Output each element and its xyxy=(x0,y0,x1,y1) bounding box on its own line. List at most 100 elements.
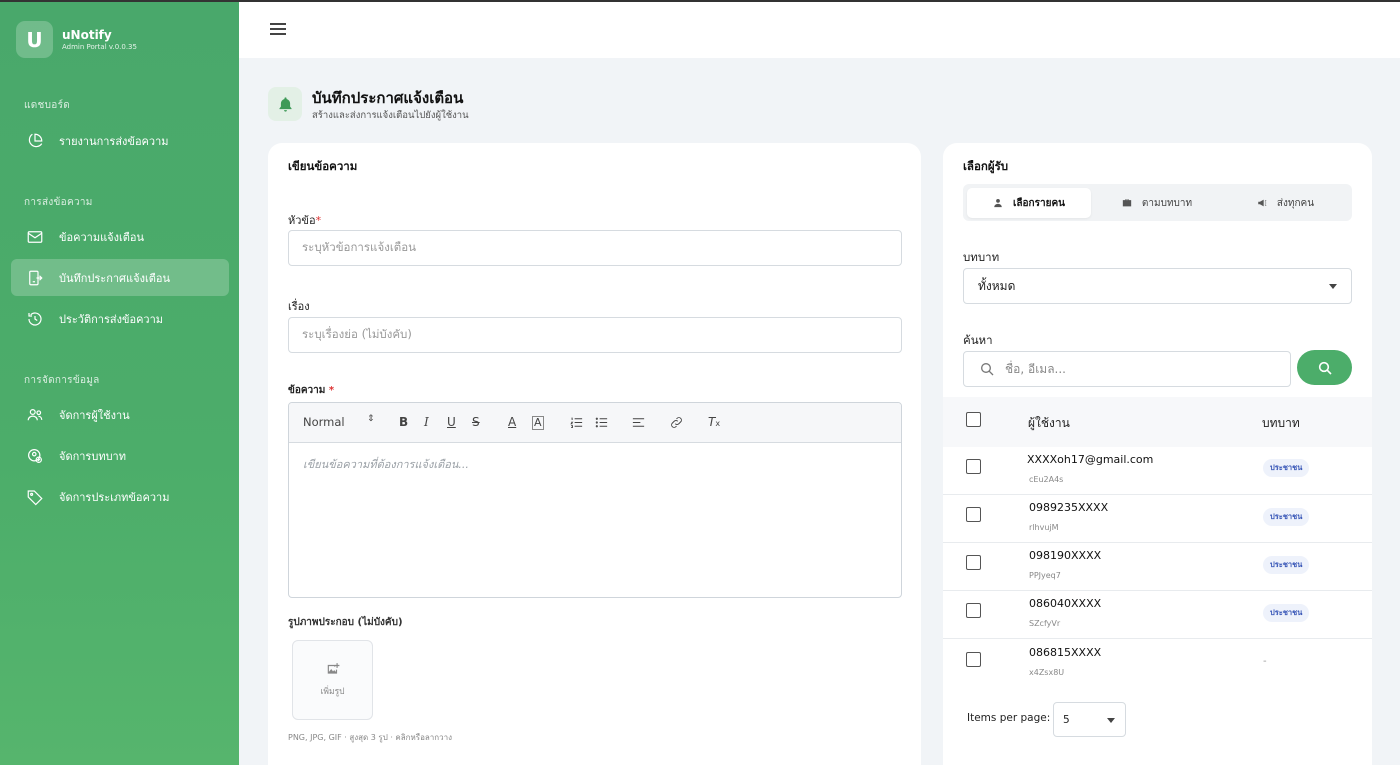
sidebar-item-notifications[interactable]: ข้อความแจ้งเตือน xyxy=(11,218,229,255)
image-upload-hint: PNG, JPG, GIF · สูงสุด 3 รูป · คลิกหรือล… xyxy=(288,733,452,742)
tab-individual[interactable]: เลือกรายคน xyxy=(967,188,1091,218)
ordered-list-icon[interactable] xyxy=(569,415,584,433)
user-name: XXXXoh17@gmail.com xyxy=(1027,453,1154,466)
pie-chart-icon xyxy=(25,131,45,151)
sidebar-item-label: ข้อความแจ้งเตือน xyxy=(59,230,145,244)
sidebar: U uNotify Admin Portal v.0.0.35 แดชบอร์ด… xyxy=(0,0,239,765)
italic-icon[interactable]: I xyxy=(424,415,429,429)
sidebar-item-label: รายงานการส่งข้อความ xyxy=(59,134,169,148)
search-icon xyxy=(1318,361,1332,375)
role-select[interactable]: ทั้งหมด xyxy=(963,268,1352,304)
format-select-arrows-icon[interactable]: ⇕ xyxy=(367,414,375,424)
align-icon[interactable] xyxy=(631,415,646,433)
person-icon xyxy=(994,199,1002,208)
subject-input[interactable]: ระบุหัวข้อการแจ้งเตือน xyxy=(288,230,902,266)
table-row[interactable]: 0989235XXXX rlhvujM ประชาชน xyxy=(943,495,1372,543)
image-upload-label: รูปภาพประกอบ (ไม่บังคับ) xyxy=(288,617,403,628)
users-icon xyxy=(25,405,45,425)
megaphone-icon xyxy=(1258,199,1267,207)
sidebar-item-label: ประวัติการส่งข้อความ xyxy=(59,312,164,326)
link-icon[interactable] xyxy=(669,415,684,433)
role-label: บทบาท xyxy=(963,250,1000,264)
role-badge: ประชาชน xyxy=(1263,459,1310,477)
role-badge: ประชาชน xyxy=(1263,508,1310,526)
chevron-down-icon xyxy=(1329,284,1337,289)
add-image-icon xyxy=(327,663,339,674)
sidebar-item-message-types[interactable]: จัดการประเภทข้อความ xyxy=(11,478,229,515)
bold-icon[interactable]: B xyxy=(399,415,408,429)
brand[interactable]: U uNotify Admin Portal v.0.0.35 xyxy=(16,21,137,58)
role-empty: - xyxy=(1263,656,1267,667)
user-name: 086040XXXX xyxy=(1029,597,1102,610)
tab-broadcast[interactable]: ส่งทุกคน xyxy=(1223,188,1348,218)
background-color-icon[interactable]: A xyxy=(532,416,544,430)
row-checkbox[interactable] xyxy=(966,652,981,667)
recipient-search-input[interactable]: ชื่อ, อีเมล... xyxy=(963,351,1291,387)
search-label: ค้นหา xyxy=(963,333,993,347)
page-title: บันทึกประกาศแจ้งเตือน xyxy=(312,89,464,107)
tab-by-role[interactable]: ตามบทบาท xyxy=(1095,188,1219,218)
app-name: uNotify xyxy=(62,27,112,42)
role-badge: ประชาชน xyxy=(1263,604,1310,622)
user-name: 086815XXXX xyxy=(1029,646,1102,659)
underline-icon[interactable]: U xyxy=(447,415,456,429)
search-icon xyxy=(981,363,994,376)
recipient-mode-tabs: เลือกรายคน ตามบทบาท ส่งทุกคน xyxy=(963,184,1352,221)
topbar xyxy=(239,0,1400,58)
row-checkbox[interactable] xyxy=(966,603,981,618)
topic-input[interactable]: ระบุเรื่องย่อ (ไม่บังคับ) xyxy=(288,317,902,353)
items-per-page-label: Items per page: xyxy=(967,712,1051,724)
user-id: rlhvujM xyxy=(1029,523,1059,532)
announcement-icon xyxy=(25,268,45,288)
column-user: ผู้ใช้งาน xyxy=(1028,416,1070,430)
mail-icon xyxy=(25,227,45,247)
sidebar-item-history[interactable]: ประวัติการส่งข้อความ xyxy=(11,300,229,337)
editor-content[interactable]: เขียนข้อความที่ต้องการแจ้งเตือน... xyxy=(289,443,901,485)
bullet-list-icon[interactable] xyxy=(594,415,609,433)
table-row[interactable]: 086815XXXX x4Zsx8U - xyxy=(943,639,1372,687)
editor-toolbar: Normal ⇕ B I U S A A Tx xyxy=(289,403,901,443)
topic-label: เรื่อง xyxy=(288,300,310,313)
table-row[interactable]: XXXXoh17@gmail.com cEu2A4s ประชาชน xyxy=(943,447,1372,495)
sidebar-item-users[interactable]: จัดการผู้ใช้งาน xyxy=(11,396,229,433)
sidebar-item-roles[interactable]: จัดการบทบาท xyxy=(11,437,229,474)
user-id: x4Zsx8U xyxy=(1029,668,1065,677)
select-all-checkbox[interactable] xyxy=(966,412,981,427)
compose-card-title: เขียนข้อความ xyxy=(288,159,358,173)
clear-format-icon[interactable]: Tx xyxy=(708,415,720,429)
user-id: cEu2A4s xyxy=(1029,475,1064,484)
role-icon xyxy=(25,446,45,466)
row-checkbox[interactable] xyxy=(966,459,981,474)
format-select[interactable]: Normal xyxy=(303,415,345,429)
text-color-icon[interactable]: A xyxy=(508,415,516,429)
chevron-down-icon xyxy=(1107,718,1115,723)
strikethrough-icon[interactable]: S xyxy=(472,415,480,429)
app-logo: U xyxy=(16,21,53,58)
user-name: 0989235XXXX xyxy=(1029,501,1109,514)
app-version: Admin Portal v.0.0.35 xyxy=(62,42,137,51)
section-messaging: การส่งข้อความ xyxy=(24,197,93,208)
sidebar-item-announcement[interactable]: บันทึกประกาศแจ้งเตือน xyxy=(11,259,229,296)
table-row[interactable]: 086040XXXX SZcfyVr ประชาชน xyxy=(943,591,1372,639)
subject-label: หัวข้อ* xyxy=(288,214,322,227)
bell-icon xyxy=(268,87,302,121)
add-image-button[interactable]: เพิ่มรูป xyxy=(292,640,373,720)
rich-text-editor: Normal ⇕ B I U S A A Tx เขียนข้อความที่ต… xyxy=(288,402,902,598)
sidebar-item-label: จัดการบทบาท xyxy=(59,449,126,463)
user-id: SZcfyVr xyxy=(1029,619,1061,628)
menu-toggle-icon[interactable] xyxy=(270,23,286,37)
role-badge: ประชาชน xyxy=(1263,556,1310,574)
search-button[interactable] xyxy=(1297,350,1352,385)
briefcase-icon xyxy=(1122,199,1132,207)
history-icon xyxy=(25,309,45,329)
recipients-card-title: เลือกผู้รับ xyxy=(963,159,1009,173)
recipients-table-header: ผู้ใช้งาน บทบาท xyxy=(943,397,1372,447)
sidebar-item-label: บันทึกประกาศแจ้งเตือน xyxy=(59,271,170,285)
row-checkbox[interactable] xyxy=(966,555,981,570)
user-name: 098190XXXX xyxy=(1029,549,1102,562)
row-checkbox[interactable] xyxy=(966,507,981,522)
table-row[interactable]: 098190XXXX PPJyeq7 ประชาชน xyxy=(943,543,1372,591)
items-per-page-select[interactable]: 5 xyxy=(1053,702,1126,737)
column-role: บทบาท xyxy=(1262,416,1300,430)
sidebar-item-report[interactable]: รายงานการส่งข้อความ xyxy=(11,122,229,159)
